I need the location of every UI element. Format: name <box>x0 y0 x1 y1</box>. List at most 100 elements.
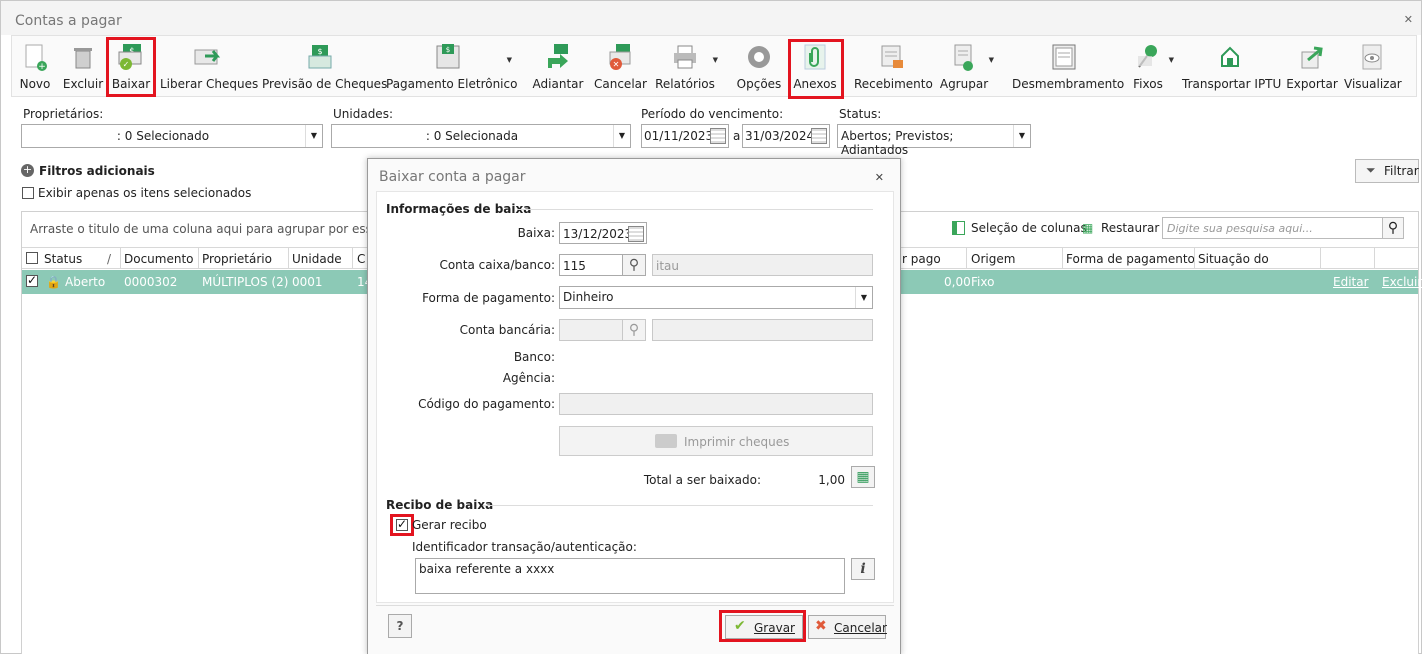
help-button[interactable]: ? <box>388 614 412 638</box>
col-status[interactable]: Status <box>44 252 82 266</box>
agrupar-button[interactable]: Agrupar ▼ <box>936 40 994 94</box>
calendar-icon[interactable] <box>811 128 827 144</box>
recibo-section-title: Recibo de baixa <box>386 498 494 512</box>
imprimir-cheques-button[interactable]: Imprimir cheques <box>559 426 873 456</box>
group-hint: Arraste o titulo de uma coluna aqui para… <box>30 222 423 236</box>
export-icon <box>1301 46 1323 69</box>
chevron-down-icon[interactable]: ▼ <box>613 125 630 147</box>
conta-bancaria-input[interactable] <box>559 319 623 341</box>
previsao-cheques-button[interactable]: $ Previsão de Cheques <box>262 40 388 94</box>
banco-label: Banco: <box>513 350 555 364</box>
search-icon[interactable]: ⚲ <box>622 254 646 276</box>
close-icon[interactable]: ✕ <box>875 171 884 184</box>
excluir-button[interactable]: Excluir <box>62 40 104 94</box>
atm-icon: $ <box>436 44 460 69</box>
conta-bancaria-label: Conta bancária: <box>459 323 555 337</box>
recebimento-label: Recebimento <box>854 77 933 91</box>
cancel-money-icon: ✕ <box>609 44 631 70</box>
fixos-button[interactable]: Fixos ▼ <box>1124 40 1174 94</box>
pagamento-eletronico-label: Pagamento Eletrônico <box>386 77 518 91</box>
adiantar-button[interactable]: Adiantar <box>532 40 584 94</box>
window-title: Contas a pagar <box>15 13 122 29</box>
svg-text:$: $ <box>317 47 322 56</box>
opcoes-button[interactable]: Opções <box>736 40 782 94</box>
pagamento-eletronico-button[interactable]: $ Pagamento Eletrônico ▼ <box>386 40 518 94</box>
proprietarios-label: Proprietários: <box>23 107 104 121</box>
conta-input[interactable]: 115 <box>559 254 623 276</box>
forma-label: Forma de pagamento: <box>422 291 555 305</box>
date-to-input[interactable]: 31/03/2024 <box>742 124 830 148</box>
edit-link[interactable]: Editar <box>1333 275 1369 289</box>
close-icon[interactable]: ✕ <box>1404 13 1413 26</box>
col-situacao[interactable]: Situação do <box>1198 252 1269 266</box>
adiantar-label: Adiantar <box>532 77 584 91</box>
chevron-down-icon[interactable]: ▼ <box>855 287 872 308</box>
unidades-select[interactable]: : 0 Selecionada ▼ <box>331 124 631 148</box>
info-icon[interactable]: i <box>851 558 875 580</box>
chevron-down-icon[interactable]: ▼ <box>713 56 718 64</box>
toolbar: + Novo Excluir $✓ Baixar Liberar Cheques… <box>11 35 1417 97</box>
svg-text:✕: ✕ <box>613 60 620 69</box>
proprietarios-select[interactable]: : 0 Selecionado ▼ <box>21 124 323 148</box>
identificador-value: baixa referente a xxxx <box>419 562 555 576</box>
chevron-down-icon[interactable]: ▼ <box>305 125 322 147</box>
calendar-icon[interactable] <box>710 128 726 144</box>
col-proprietario[interactable]: Proprietário <box>202 252 272 266</box>
baixa-label: Baixa: <box>517 226 555 240</box>
identificador-textarea[interactable]: baixa referente a xxxx <box>415 558 845 594</box>
select-all-checkbox[interactable] <box>26 252 38 264</box>
fixos-label: Fixos <box>1133 77 1163 91</box>
col-documento[interactable]: Documento <box>124 252 194 266</box>
cancelar-button[interactable]: ✖ Cancelar <box>808 615 887 639</box>
exportar-button[interactable]: Exportar <box>1286 40 1338 94</box>
novo-button[interactable]: + Novo <box>14 40 56 94</box>
col-c[interactable]: C <box>357 252 365 266</box>
col-origem[interactable]: Origem <box>971 252 1015 266</box>
selecao-colunas-button[interactable]: Seleção de colunas <box>971 221 1087 235</box>
baixa-date-input[interactable]: 13/12/2023 <box>559 222 647 244</box>
liberar-cheques-button[interactable]: Liberar Cheques <box>160 40 258 94</box>
chevron-down-icon[interactable]: ▼ <box>989 56 994 64</box>
identificador-label: Identificador transação/autenticação: <box>412 540 637 554</box>
search-icon[interactable]: ⚲ <box>1382 217 1404 239</box>
col-valor-pago[interactable]: r pago <box>902 252 941 266</box>
calculator-icon[interactable]: ▦ <box>851 466 875 488</box>
relatorios-button[interactable]: Relatórios ▼ <box>654 40 718 94</box>
restaurar-button[interactable]: Restaurar <box>1101 221 1159 235</box>
col-forma-pagamento[interactable]: Forma de pagamento <box>1066 252 1195 266</box>
transportar-iptu-button[interactable]: Transportar IPTU <box>1182 40 1282 94</box>
conta-desc-value: itau <box>656 259 679 273</box>
previsao-cheques-label: Previsão de Cheques <box>262 77 388 91</box>
baixar-highlight <box>106 37 156 97</box>
info-section-title: Informações de baixa <box>386 202 532 216</box>
plus-circle-icon[interactable]: + <box>21 164 34 177</box>
row-checkbox[interactable] <box>26 273 38 287</box>
visualizar-button[interactable]: Visualizar <box>1344 40 1402 94</box>
filtros-adicionais[interactable]: Filtros adicionais <box>39 164 155 178</box>
chevron-down-icon[interactable]: ▼ <box>1169 56 1174 64</box>
recebimento-button[interactable]: Recebimento <box>854 40 933 94</box>
section-divider <box>517 209 873 210</box>
desmembramento-button[interactable]: Desmembramento <box>1012 40 1124 94</box>
status-select[interactable]: Abertos; Previstos; Adiantados ▼ <box>837 124 1031 157</box>
transportar-iptu-label: Transportar IPTU <box>1182 77 1282 91</box>
col-unidade[interactable]: Unidade <box>292 252 342 266</box>
exibir-selecionados-checkbox[interactable] <box>22 187 34 199</box>
codigo-input[interactable] <box>559 393 873 415</box>
group-icon <box>954 44 973 71</box>
chevron-down-icon[interactable]: ▼ <box>1013 125 1030 147</box>
calendar-icon[interactable] <box>628 226 644 242</box>
agencia-label: Agência: <box>502 371 555 385</box>
row-proprietario: MÚLTIPLOS (2) <box>202 275 289 289</box>
date-from-input[interactable]: 01/11/2023 <box>641 124 729 148</box>
grid-search-input[interactable]: Digite sua pesquisa aqui... ⚲ <box>1162 217 1404 239</box>
cancelar-toolbar-button[interactable]: ✕ Cancelar <box>594 40 647 94</box>
chevron-down-icon[interactable]: ▼ <box>507 56 512 64</box>
sort-icon[interactable]: / <box>107 252 111 266</box>
dialog-body: Informações de baixa Baixa: 13/12/2023 C… <box>376 191 894 603</box>
search-icon[interactable]: ⚲ <box>622 319 646 341</box>
eye-icon <box>1362 44 1382 70</box>
filtrar-button[interactable]: ⏷ Filtrar <box>1355 159 1419 183</box>
forma-select[interactable]: Dinheiro ▼ <box>559 286 873 309</box>
delete-link[interactable]: Excluir <box>1382 275 1422 289</box>
